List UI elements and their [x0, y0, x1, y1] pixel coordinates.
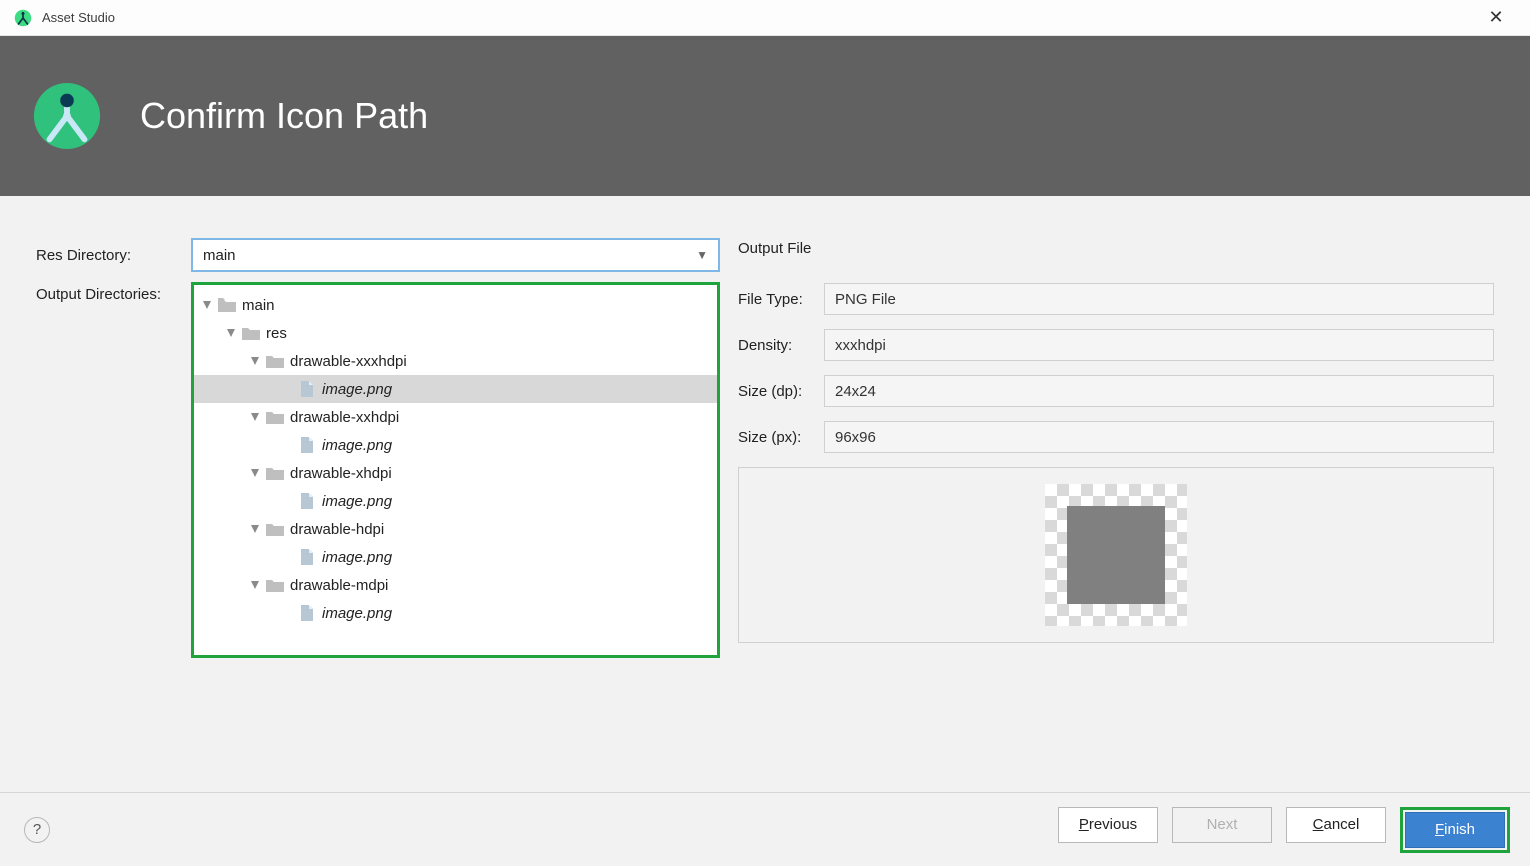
- dropdown-caret-icon: ▼: [696, 248, 708, 262]
- tree-node-image-xhdpi[interactable]: image.png: [194, 487, 717, 515]
- tree-node-res[interactable]: res: [194, 319, 717, 347]
- tree-expand-icon[interactable]: [248, 466, 262, 480]
- tree-node-label: image.png: [322, 381, 392, 398]
- previous-button[interactable]: Previous: [1058, 807, 1158, 843]
- tree-node-drawable-mdpi[interactable]: drawable-mdpi: [194, 571, 717, 599]
- folder-icon: [242, 325, 260, 341]
- tree-expand-icon[interactable]: [248, 522, 262, 536]
- folder-icon: [266, 409, 284, 425]
- preview-bitmap: [1067, 506, 1165, 604]
- preview-panel: [738, 467, 1494, 643]
- file-icon: [298, 437, 316, 453]
- folder-icon: [266, 353, 284, 369]
- finish-button-highlight: Finish: [1400, 807, 1510, 853]
- previous-button-rest: revious: [1089, 816, 1137, 833]
- dialog-header: Confirm Icon Path: [0, 36, 1530, 196]
- folder-icon: [266, 465, 284, 481]
- tree-expand-icon[interactable]: [248, 410, 262, 424]
- size-dp-value: 24x24: [824, 375, 1494, 407]
- size-dp-label: Size (dp):: [738, 383, 824, 400]
- dialog-body: Res Directory: main ▼ Output Directories…: [0, 196, 1530, 668]
- finish-button[interactable]: Finish: [1405, 812, 1505, 848]
- tree-expand-icon[interactable]: [248, 578, 262, 592]
- android-studio-logo-icon: [32, 81, 102, 151]
- tree-node-label: image.png: [322, 605, 392, 622]
- left-column: Res Directory: main ▼ Output Directories…: [36, 238, 720, 668]
- tree-node-label: image.png: [322, 549, 392, 566]
- res-directory-label: Res Directory:: [36, 247, 191, 264]
- size-px-value: 96x96: [824, 421, 1494, 453]
- window-title: Asset Studio: [42, 10, 115, 25]
- tree-node-label: main: [242, 297, 275, 314]
- cancel-button[interactable]: Cancel: [1286, 807, 1386, 843]
- folder-icon: [266, 577, 284, 593]
- tree-node-label: image.png: [322, 437, 392, 454]
- res-directory-value: main: [203, 247, 236, 264]
- file-icon: [298, 381, 316, 397]
- tree-expand-icon[interactable]: [224, 326, 238, 340]
- dialog-footer: ? Previous Next Cancel Finish: [0, 792, 1530, 866]
- res-directory-select[interactable]: main ▼: [191, 238, 720, 272]
- tree-node-drawable-xhdpi[interactable]: drawable-xhdpi: [194, 459, 717, 487]
- right-column: Output File File Type: PNG File Density:…: [738, 238, 1494, 668]
- file-type-label: File Type:: [738, 291, 824, 308]
- finish-button-rest: inish: [1444, 821, 1475, 838]
- size-px-label: Size (px):: [738, 429, 824, 446]
- tree-node-label: image.png: [322, 493, 392, 510]
- file-icon: [298, 493, 316, 509]
- dialog-title: Confirm Icon Path: [140, 95, 428, 137]
- tree-expand-icon[interactable]: [200, 298, 214, 312]
- output-directories-tree[interactable]: main res drawable-xxxhdpi image.png: [191, 282, 720, 658]
- tree-node-drawable-xxhdpi[interactable]: drawable-xxhdpi: [194, 403, 717, 431]
- tree-node-label: drawable-hdpi: [290, 521, 384, 538]
- tree-node-label: drawable-xxhdpi: [290, 409, 399, 426]
- title-bar: Asset Studio ✕: [0, 0, 1530, 36]
- tree-node-image-xxxhdpi[interactable]: image.png: [194, 375, 717, 403]
- tree-node-label: drawable-mdpi: [290, 577, 388, 594]
- density-value: xxxhdpi: [824, 329, 1494, 361]
- tree-node-label: res: [266, 325, 287, 342]
- tree-node-label: drawable-xhdpi: [290, 465, 392, 482]
- tree-node-label: drawable-xxxhdpi: [290, 353, 407, 370]
- folder-icon: [266, 521, 284, 537]
- tree-node-main[interactable]: main: [194, 291, 717, 319]
- file-icon: [298, 605, 316, 621]
- output-file-heading: Output File: [738, 240, 1494, 257]
- output-directories-label: Output Directories:: [36, 282, 191, 303]
- tree-node-drawable-hdpi[interactable]: drawable-hdpi: [194, 515, 717, 543]
- density-label: Density:: [738, 337, 824, 354]
- tree-node-image-xxhdpi[interactable]: image.png: [194, 431, 717, 459]
- file-type-value: PNG File: [824, 283, 1494, 315]
- android-studio-icon: [14, 9, 32, 27]
- next-button: Next: [1172, 807, 1272, 843]
- help-button[interactable]: ?: [24, 817, 50, 843]
- tree-node-image-mdpi[interactable]: image.png: [194, 599, 717, 627]
- close-button[interactable]: ✕: [1476, 7, 1516, 28]
- tree-expand-icon[interactable]: [248, 354, 262, 368]
- tree-node-drawable-xxxhdpi[interactable]: drawable-xxxhdpi: [194, 347, 717, 375]
- file-icon: [298, 549, 316, 565]
- cancel-button-rest: ancel: [1323, 816, 1359, 833]
- tree-node-image-hdpi[interactable]: image.png: [194, 543, 717, 571]
- preview-image: [1045, 484, 1187, 626]
- folder-icon: [218, 297, 236, 313]
